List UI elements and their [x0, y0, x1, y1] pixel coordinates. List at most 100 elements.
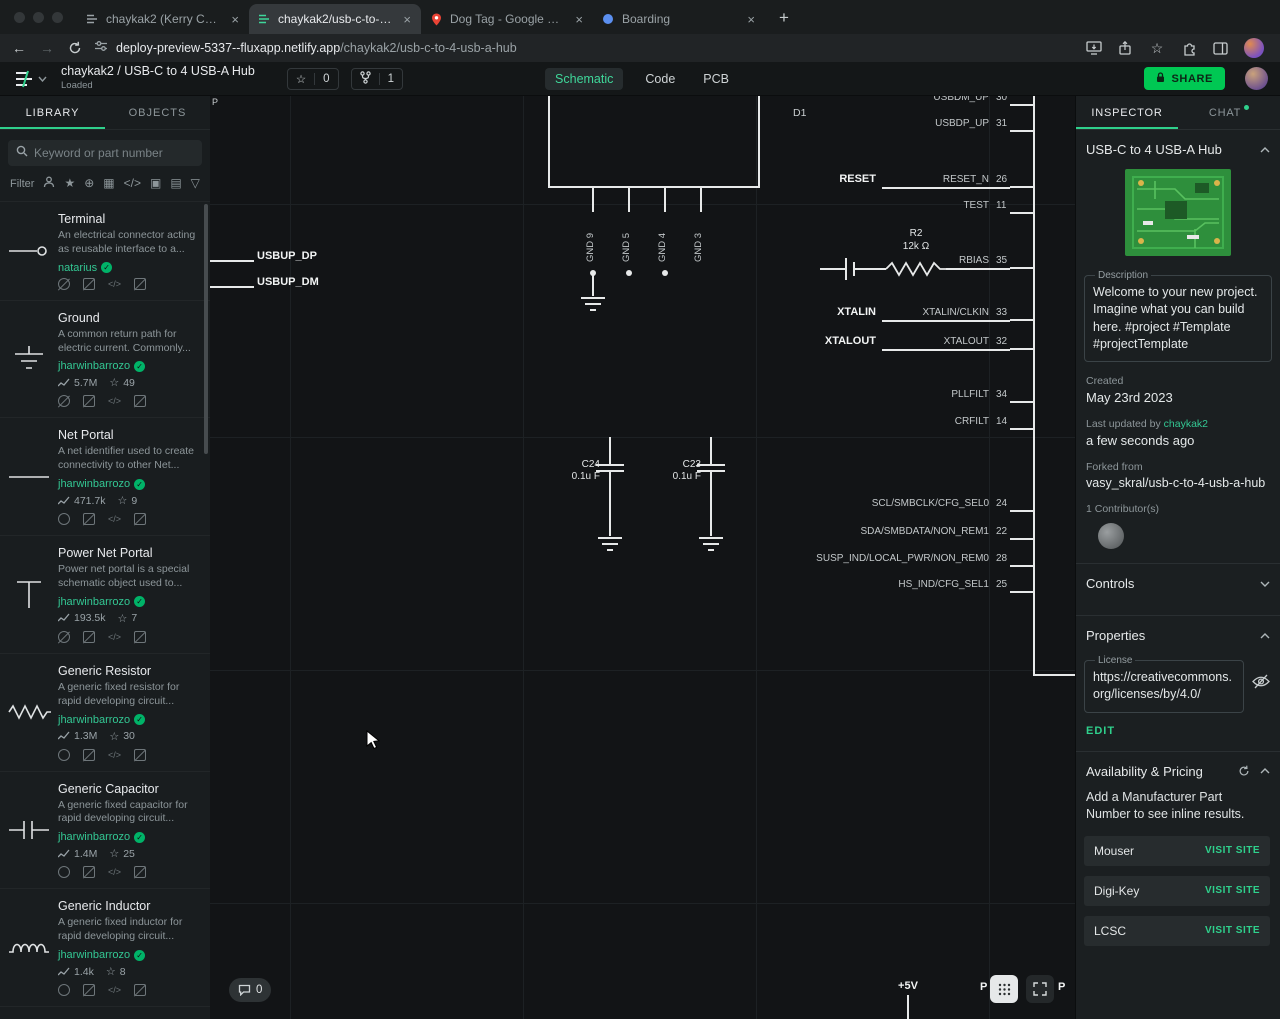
contributor-avatar[interactable]	[1098, 523, 1124, 549]
net-label-reset[interactable]: RESET	[810, 173, 876, 185]
sidebar-scrollbar[interactable]	[204, 204, 208, 454]
pcb-icon[interactable]	[83, 277, 95, 290]
list-item-generic-resistor[interactable]: Generic Resistor A generic fixed resisto…	[0, 652, 210, 771]
maximize-window-icon[interactable]	[52, 11, 63, 23]
reload-icon[interactable]	[66, 39, 84, 57]
ground-symbol[interactable]	[597, 536, 623, 556]
description-field[interactable]: Description Welcome to your new project.…	[1084, 270, 1272, 362]
ic-pin[interactable]: SCL/SMBCLK/CFG_SEL0 24	[210, 497, 1034, 512]
eye-slash-icon[interactable]	[1252, 674, 1270, 694]
wire[interactable]	[882, 349, 1010, 351]
code-filter-icon[interactable]: </>	[124, 177, 141, 190]
star-filter-icon[interactable]: ★	[64, 177, 75, 190]
pcb-icon[interactable]	[83, 513, 95, 526]
grid-filter-icon[interactable]: ▦	[103, 177, 114, 190]
net-label-p1[interactable]: P	[980, 981, 987, 993]
schematic-canvas[interactable]: P GND 9 GND 5 GND 4 GND 3 USBUP_DP USBUP…	[210, 96, 1075, 1019]
item-author[interactable]: jharwinbarrozo	[58, 714, 130, 726]
net-label-xtalin[interactable]: XTALIN	[810, 306, 876, 318]
omnibox[interactable]: deploy-preview-5337--fluxapp.netlify.app…	[94, 39, 1076, 58]
code-icon[interactable]: </>	[108, 749, 121, 761]
install-app-icon[interactable]	[1086, 41, 1102, 55]
tab-close-icon[interactable]: ×	[745, 12, 757, 27]
capacitor-c23-labels[interactable]: C23 0.1u F	[647, 459, 701, 483]
wire[interactable]	[882, 187, 1010, 189]
tab-chat[interactable]: CHAT	[1178, 96, 1280, 129]
minimize-window-icon[interactable]	[33, 11, 44, 23]
simulation-icon[interactable]	[58, 277, 70, 290]
model-icon[interactable]	[134, 866, 147, 879]
fullscreen-button[interactable]	[1026, 975, 1054, 1003]
net-label-5v[interactable]: +5V	[886, 980, 930, 992]
close-window-icon[interactable]	[14, 11, 25, 23]
project-section-header[interactable]: USB-C to 4 USB-A Hub	[1076, 130, 1280, 167]
net-label-usbup-dm[interactable]: USBUP_DM	[257, 276, 319, 288]
resistor-r2-symbol[interactable]	[886, 260, 946, 278]
visit-site-link[interactable]: VISIT SITE	[1205, 925, 1260, 936]
model-icon[interactable]	[134, 630, 147, 643]
availability-section-header[interactable]: Availability & Pricing	[1076, 752, 1280, 789]
properties-section-header[interactable]: Properties	[1076, 616, 1280, 653]
grid-toggle-button[interactable]	[990, 975, 1018, 1003]
bookmark-star-icon[interactable]: ☆	[1148, 39, 1166, 57]
junction-dot[interactable]	[662, 270, 668, 276]
wire[interactable]	[907, 995, 909, 1019]
refresh-icon[interactable]	[1238, 765, 1250, 777]
item-author[interactable]: jharwinbarrozo	[58, 831, 130, 843]
flux-logo[interactable]	[12, 67, 36, 91]
availability-icon[interactable]	[58, 513, 70, 526]
code-icon[interactable]: </>	[108, 984, 121, 996]
tab-objects[interactable]: OBJECTS	[105, 96, 210, 129]
net-label-xtalout[interactable]: XTALOUT	[810, 335, 876, 347]
capacitor-c24-labels[interactable]: C24 0.1u F	[546, 459, 600, 483]
pcb-icon[interactable]	[83, 748, 95, 761]
pcb-icon[interactable]	[83, 395, 95, 408]
visit-site-link[interactable]: VISIT SITE	[1205, 885, 1260, 896]
simulation-icon[interactable]	[58, 630, 70, 643]
pcb-icon[interactable]	[83, 984, 95, 997]
visit-site-link[interactable]: VISIT SITE	[1205, 845, 1260, 856]
availability-icon[interactable]	[58, 748, 70, 761]
board-filter-icon[interactable]: ▤	[170, 177, 181, 190]
star-button[interactable]: ☆ 0	[286, 67, 339, 90]
simulation-icon[interactable]	[58, 395, 70, 408]
user-filter-icon[interactable]	[43, 176, 55, 191]
license-field[interactable]: License https://creativecommons.org/lice…	[1084, 655, 1244, 713]
browser-tab-2-active[interactable]: chaykak2/usb-c-to-4-usb-a-h... ×	[249, 4, 421, 34]
ic-pin[interactable]: USBDM_UP 30	[210, 96, 1034, 106]
wire[interactable]	[609, 472, 611, 536]
wire[interactable]	[710, 472, 712, 536]
search-input[interactable]	[34, 146, 194, 160]
junction-dot[interactable]	[626, 270, 632, 276]
browser-tab-1[interactable]: chaykak2 (Kerry Chayka) - Flux ×	[77, 4, 249, 34]
item-author[interactable]: jharwinbarrozo	[58, 949, 130, 961]
edit-license-button[interactable]: EDIT	[1086, 725, 1270, 737]
model-icon[interactable]	[134, 513, 147, 526]
list-item-connector-01x04[interactable]: Connector 01x04 Horizo... Through hole s…	[0, 1006, 210, 1019]
window-controls[interactable]	[0, 0, 77, 34]
ic-pin[interactable]: PLLFILT 34	[210, 388, 1034, 403]
forked-from-value[interactable]: vasy_skral/usb-c-to-4-usb-a-hub	[1086, 476, 1270, 490]
list-item-terminal[interactable]: Terminal An electrical connector acting …	[0, 201, 210, 300]
availability-icon[interactable]	[58, 866, 70, 879]
item-author[interactable]: natarius	[58, 262, 97, 274]
wire[interactable]	[946, 268, 1010, 270]
capacitor-plate[interactable]	[845, 258, 847, 280]
model-icon[interactable]	[134, 395, 147, 408]
controls-section-header[interactable]: Controls	[1076, 564, 1280, 601]
net-label-p2[interactable]: P	[1058, 981, 1065, 993]
tab-library[interactable]: LIBRARY	[0, 96, 105, 129]
pcb-thumbnail[interactable]	[1125, 169, 1231, 256]
side-panel-icon[interactable]	[1213, 41, 1228, 55]
tab-close-icon[interactable]: ×	[573, 12, 585, 27]
globe-filter-icon[interactable]: ⊕	[84, 177, 94, 190]
chevron-down-icon[interactable]	[38, 76, 47, 82]
vendor-row-digikey[interactable]: Digi-Key VISIT SITE	[1084, 875, 1270, 906]
fork-button[interactable]: 1	[350, 67, 403, 90]
layers-filter-icon[interactable]: ▣	[150, 177, 161, 190]
forward-icon[interactable]: →	[38, 39, 56, 57]
ic-body-edge[interactable]	[1033, 674, 1075, 676]
ic-pin[interactable]: XTALIN/CLKIN 33	[210, 306, 1034, 321]
extensions-icon[interactable]	[1182, 41, 1197, 56]
list-item-generic-capacitor[interactable]: Generic Capacitor A generic fixed capaci…	[0, 770, 210, 889]
